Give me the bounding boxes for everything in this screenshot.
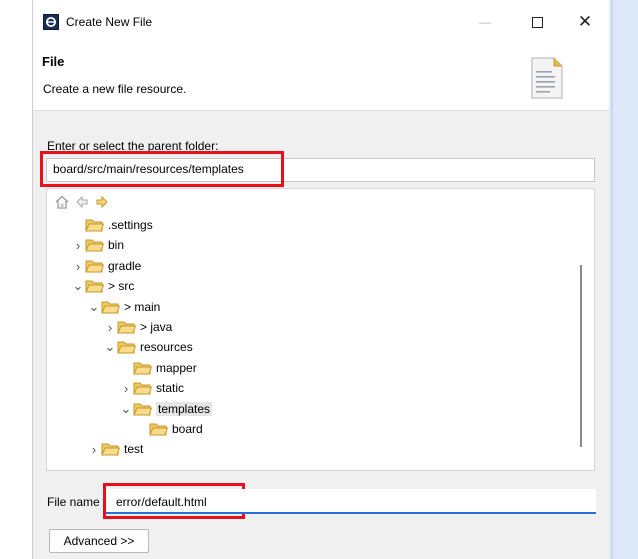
close-button[interactable]: ✕ bbox=[563, 8, 607, 36]
tree-item[interactable]: › bin bbox=[71, 236, 124, 254]
file-name-label: File name bbox=[47, 495, 100, 509]
folder-icon bbox=[133, 362, 152, 375]
chevron-down-icon[interactable]: ⌄ bbox=[119, 402, 133, 415]
tree-item-label: > main bbox=[124, 300, 161, 314]
tree-item[interactable]: › static bbox=[119, 379, 184, 397]
folder-icon bbox=[85, 239, 104, 252]
tree-item[interactable]: ⌄ resources bbox=[103, 338, 193, 356]
tree-item[interactable]: › test bbox=[87, 440, 144, 458]
folder-icon bbox=[101, 443, 120, 456]
home-icon[interactable] bbox=[55, 195, 69, 209]
chevron-right-icon[interactable]: › bbox=[103, 320, 117, 335]
wizard-header: File Create a new file resource. bbox=[33, 44, 609, 111]
folder-icon bbox=[101, 301, 120, 314]
advanced-button[interactable]: Advanced >> bbox=[49, 529, 149, 553]
tree-item-label: static bbox=[156, 381, 185, 395]
tree-item[interactable]: .settings bbox=[71, 216, 153, 234]
back-arrow-icon[interactable] bbox=[75, 195, 89, 209]
background-panel bbox=[608, 0, 638, 559]
maximize-icon bbox=[531, 16, 543, 28]
tree-item[interactable]: ⌄ templates bbox=[119, 400, 213, 418]
chevron-right-icon[interactable]: › bbox=[71, 259, 85, 274]
forward-arrow-icon[interactable] bbox=[95, 195, 109, 209]
file-name-input[interactable]: error/default.html bbox=[106, 489, 596, 514]
folder-icon bbox=[85, 280, 104, 293]
tree-item-label: mapper bbox=[156, 361, 197, 375]
tree-item[interactable]: › gradle bbox=[71, 257, 142, 275]
create-new-file-dialog: Create New File — ✕ File Create a new fi… bbox=[32, 0, 609, 559]
wizard-description: Create a new file resource. bbox=[43, 82, 187, 96]
new-file-banner-icon bbox=[531, 57, 563, 99]
folder-tree[interactable]: .settings › bin › gradle ⌄ > src ⌄ > main › > java… bbox=[46, 188, 595, 471]
tree-item[interactable]: ⌄ > src bbox=[71, 277, 135, 295]
tree-item[interactable]: ⌄ > main bbox=[87, 298, 161, 316]
tree-item-label: bin bbox=[108, 238, 125, 252]
tree-item-label: board bbox=[172, 422, 203, 436]
title-bar: Create New File — ✕ bbox=[33, 0, 609, 44]
chevron-right-icon[interactable]: › bbox=[71, 238, 85, 253]
folder-icon bbox=[133, 403, 152, 416]
folder-icon bbox=[117, 321, 136, 334]
window-title: Create New File bbox=[66, 15, 153, 29]
tree-item-label: > java bbox=[140, 320, 173, 334]
tree-nav-toolbar bbox=[55, 193, 109, 211]
folder-icon bbox=[85, 219, 104, 232]
folder-icon bbox=[149, 423, 168, 436]
tree-item-label: .settings bbox=[108, 218, 153, 232]
tree-item-label: gradle bbox=[108, 259, 142, 273]
tree-item[interactable]: board bbox=[135, 420, 203, 438]
tree-item-label: resources bbox=[140, 340, 193, 354]
tree-item-label: templates bbox=[156, 402, 213, 416]
parent-folder-highlight bbox=[40, 151, 284, 187]
folder-icon bbox=[85, 260, 104, 273]
chevron-right-icon[interactable]: › bbox=[119, 381, 133, 396]
folder-icon bbox=[133, 382, 152, 395]
maximize-button[interactable] bbox=[515, 8, 559, 36]
eclipse-app-icon bbox=[43, 14, 59, 30]
tree-item[interactable]: mapper bbox=[119, 359, 197, 377]
tree-item-label: test bbox=[124, 442, 144, 456]
chevron-down-icon[interactable]: ⌄ bbox=[71, 279, 85, 292]
minimize-button[interactable]: — bbox=[463, 8, 507, 36]
wizard-title: File bbox=[42, 54, 65, 69]
tree-item[interactable]: › > java bbox=[103, 318, 173, 336]
chevron-down-icon[interactable]: ⌄ bbox=[87, 300, 101, 313]
tree-item-label: > src bbox=[108, 279, 135, 293]
chevron-right-icon[interactable]: › bbox=[87, 442, 101, 457]
folder-icon bbox=[117, 341, 136, 354]
tree-scrollbar[interactable] bbox=[580, 265, 582, 447]
chevron-down-icon[interactable]: ⌄ bbox=[103, 340, 117, 353]
